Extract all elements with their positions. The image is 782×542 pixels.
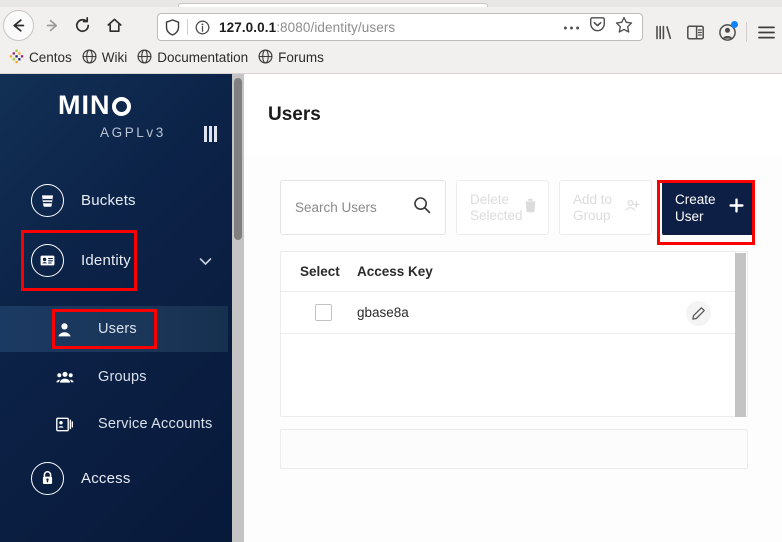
bookmark-label: Wiki xyxy=(101,50,128,66)
users-toolbar: Delete Selected Add to Group Create User xyxy=(280,180,755,235)
url-path: :8080/identity/users xyxy=(276,19,396,35)
users-table-card: Select Access Key gbase8a xyxy=(280,251,748,417)
sidebar-item-groups[interactable]: Groups xyxy=(0,354,228,400)
chevron-down-icon[interactable] xyxy=(196,252,214,270)
browser-window: 127.0.0.1:8080/identity/users Centos Wik… xyxy=(0,0,782,542)
bookmark-label: Centos xyxy=(29,50,72,66)
service-account-icon xyxy=(48,408,81,441)
users-panel: Delete Selected Add to Group Create User xyxy=(244,155,782,542)
save-to-pocket-icon[interactable] xyxy=(589,16,606,38)
globe-icon xyxy=(82,49,97,67)
sidebar-item-label: Buckets xyxy=(81,191,136,209)
page-title: Users xyxy=(268,104,321,125)
page-info-icon[interactable] xyxy=(195,20,210,35)
centos-logo-icon xyxy=(9,49,24,67)
star-bookmark-icon[interactable] xyxy=(615,16,633,39)
ellipsis-icon[interactable] xyxy=(563,18,580,36)
lock-icon xyxy=(31,461,64,495)
back-arrow-icon[interactable] xyxy=(6,13,31,38)
sidebar-item-access[interactable]: Access xyxy=(0,455,228,501)
pencil-edit-icon[interactable] xyxy=(686,301,711,326)
sidebar-item-label: Groups xyxy=(98,369,147,385)
table-row[interactable]: gbase8a xyxy=(281,292,735,334)
globe-icon xyxy=(258,49,273,67)
bookmark-centos[interactable]: Centos xyxy=(9,49,72,67)
sidebar-item-buckets[interactable]: Buckets xyxy=(0,177,228,223)
table-header-row: Select Access Key xyxy=(281,252,735,292)
bottom-panel xyxy=(280,429,748,469)
bookmark-label: Documentation xyxy=(157,50,249,66)
sidebar-item-service-accounts[interactable]: Service Accounts xyxy=(0,401,228,447)
sidebar-item-label: Service Accounts xyxy=(98,416,213,432)
plus-icon xyxy=(729,197,744,218)
sidebar-item-label: Access xyxy=(81,469,131,487)
search-users-box[interactable] xyxy=(280,180,446,235)
bookmark-documentation[interactable]: Documentation xyxy=(137,49,248,67)
reload-icon[interactable] xyxy=(70,13,95,38)
table-scrollbar-track[interactable] xyxy=(735,251,748,417)
sidebar-scrollbar-thumb[interactable] xyxy=(234,78,242,240)
url-text: 127.0.0.1:8080/identity/users xyxy=(219,20,395,35)
browser-navigation-bar: 127.0.0.1:8080/identity/users xyxy=(0,7,782,43)
user-icon xyxy=(48,313,81,346)
bucket-icon xyxy=(31,183,64,217)
logo-o-ring xyxy=(111,97,131,116)
column-header-access-key: Access Key xyxy=(357,264,433,279)
address-bar[interactable]: 127.0.0.1:8080/identity/users xyxy=(157,13,643,41)
cell-access-key: gbase8a xyxy=(357,305,409,320)
license-label: AGPLv3 xyxy=(100,125,166,140)
create-user-button[interactable]: Create User xyxy=(662,180,755,235)
bookmarks-bar: Centos Wiki Documentation Forums xyxy=(0,43,782,74)
add-to-group-button[interactable]: Add to Group xyxy=(559,180,652,235)
sidebar-item-label: Users xyxy=(98,321,137,337)
forward-arrow-icon[interactable] xyxy=(40,13,65,38)
minio-logo: MIN xyxy=(58,92,131,119)
page-viewport: MIN AGPLv3 Buckets Identity Users Groups… xyxy=(0,74,782,542)
tab-strip xyxy=(0,0,782,7)
sidebar-item-identity[interactable]: Identity xyxy=(0,237,228,283)
sidebar-item-label: Identity xyxy=(81,251,131,269)
search-icon[interactable] xyxy=(413,196,431,219)
sidebar-item-users[interactable]: Users xyxy=(0,306,228,352)
delete-selected-button[interactable]: Delete Selected xyxy=(456,180,549,235)
minio-branding: MIN AGPLv3 xyxy=(0,92,238,152)
bookmark-forums[interactable]: Forums xyxy=(258,49,324,67)
account-notification-dot xyxy=(731,21,738,28)
create-user-label: Create User xyxy=(675,191,716,224)
trash-icon xyxy=(524,198,537,218)
main-content: Users Delete Selected xyxy=(244,74,782,542)
home-icon[interactable] xyxy=(102,13,127,38)
bookmark-wiki[interactable]: Wiki xyxy=(82,49,128,67)
tracking-protection-shield-icon[interactable] xyxy=(165,18,180,36)
add-to-group-label: Add to Group xyxy=(573,191,613,223)
toolbar-divider xyxy=(746,22,747,42)
bookmark-label: Forums xyxy=(278,50,324,66)
url-host: 127.0.0.1 xyxy=(219,19,277,35)
app-sidebar: MIN AGPLv3 Buckets Identity Users Groups… xyxy=(0,74,238,542)
delete-selected-label: Delete Selected xyxy=(470,191,523,223)
row-select-checkbox[interactable] xyxy=(315,304,332,321)
column-header-select: Select xyxy=(300,264,340,279)
globe-icon xyxy=(137,49,152,67)
page-header: Users xyxy=(244,74,782,155)
add-to-group-icon xyxy=(625,199,640,217)
groups-icon xyxy=(48,361,81,394)
identity-card-icon xyxy=(31,243,64,277)
collapse-menu-icon[interactable] xyxy=(204,126,217,142)
address-bar-divider xyxy=(187,19,188,35)
search-input[interactable] xyxy=(295,200,407,215)
table-scrollbar-thumb[interactable] xyxy=(735,253,746,417)
